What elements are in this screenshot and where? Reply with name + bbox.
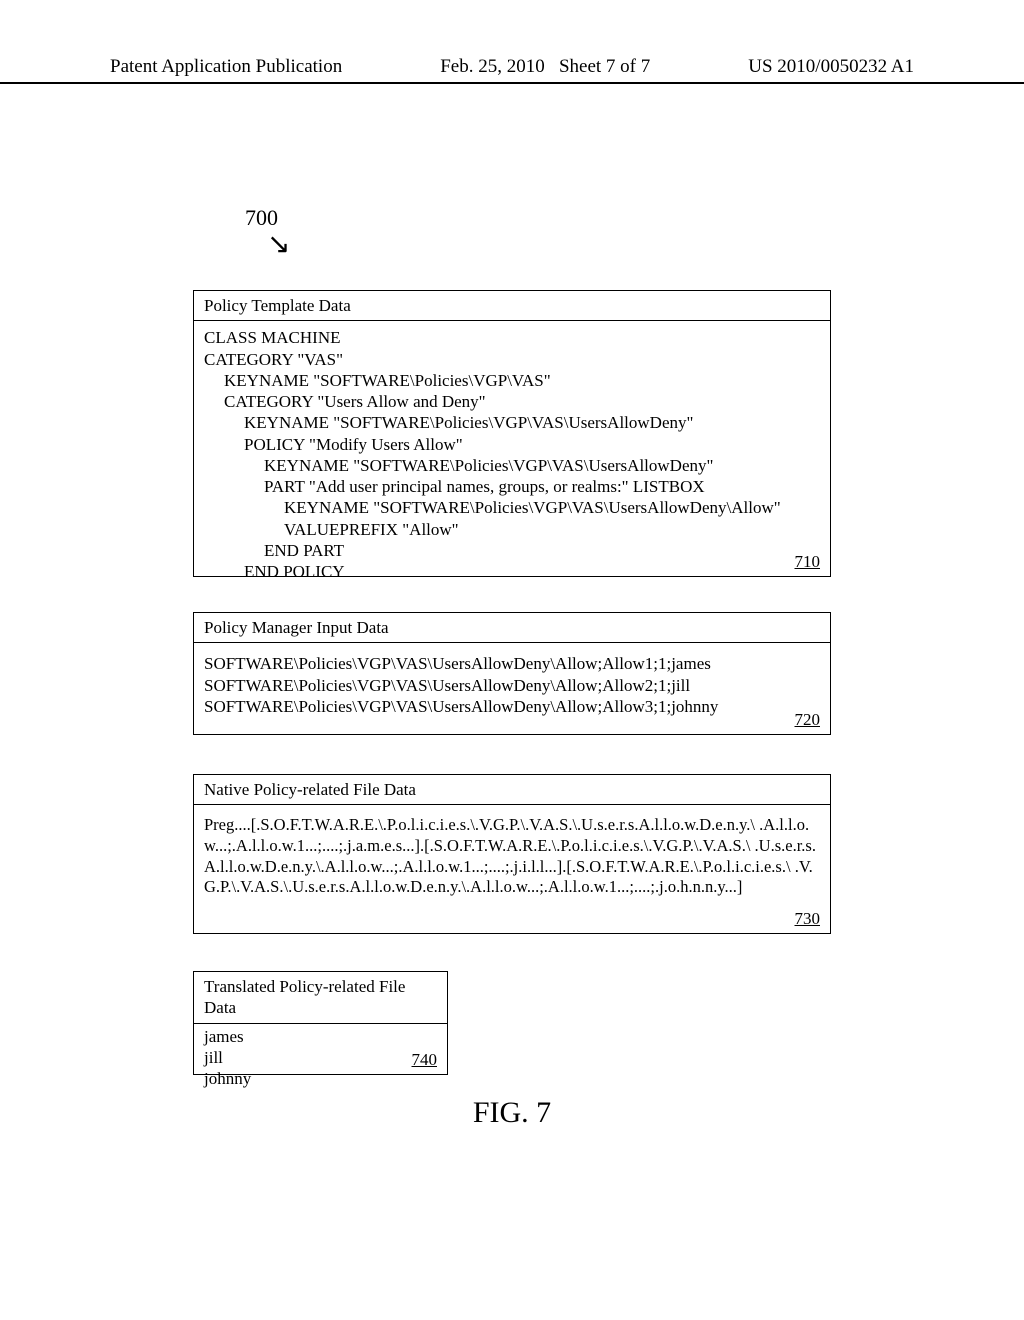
figure-label: FIG. 7 [0, 1096, 1024, 1130]
policy-template-data-box: Policy Template Data CLASS MACHINE CATEG… [193, 290, 831, 577]
b710-l8: PART "Add user principal names, groups, … [204, 476, 820, 497]
b710-l6: POLICY "Modify Users Allow" [204, 434, 820, 455]
b710-l7: KEYNAME "SOFTWARE\Policies\VGP\VAS\Users… [204, 455, 820, 476]
translated-policy-file-data-box: Translated Policy-related File Data jame… [193, 971, 448, 1075]
box720-title: Policy Manager Input Data [194, 613, 830, 643]
ref-730: 730 [795, 908, 821, 929]
box720-body: SOFTWARE\Policies\VGP\VAS\UsersAllowDeny… [204, 653, 820, 717]
box740-body: james jill johnny [204, 1026, 437, 1090]
header-right: US 2010/0050232 A1 [748, 56, 914, 78]
policy-manager-input-data-box: Policy Manager Input Data SOFTWARE\Polic… [193, 612, 831, 735]
b710-l9: KEYNAME "SOFTWARE\Policies\VGP\VAS\Users… [204, 497, 820, 518]
header-center: Feb. 25, 2010 Sheet 7 of 7 [440, 56, 650, 78]
b720-l3: SOFTWARE\Policies\VGP\VAS\UsersAllowDeny… [204, 697, 718, 716]
b710-l4: CATEGORY "Users Allow and Deny" [204, 391, 820, 412]
reference-700: 700 ↘ [245, 205, 278, 231]
b720-l2: SOFTWARE\Policies\VGP\VAS\UsersAllowDeny… [204, 676, 690, 695]
b710-l1: CLASS MACHINE [204, 328, 341, 347]
ref-710: 710 [795, 551, 821, 572]
b710-l5: KEYNAME "SOFTWARE\Policies\VGP\VAS\Users… [204, 412, 820, 433]
box710-title: Policy Template Data [194, 291, 830, 321]
b710-l12: END POLICY [204, 561, 820, 582]
b710-l11: END PART [204, 540, 820, 561]
b740-l3: johnny [204, 1069, 251, 1088]
box740-title: Translated Policy-related File Data [194, 972, 447, 1024]
arrow-down-right-icon: ↘ [267, 227, 290, 261]
native-policy-file-data-box: Native Policy-related File Data Preg....… [193, 774, 831, 934]
box730-body: Preg....[.S.O.F.T.W.A.R.E.\.P.o.l.i.c.i.… [204, 815, 820, 898]
b710-l3: KEYNAME "SOFTWARE\Policies\VGP\VAS" [204, 370, 820, 391]
b740-l2: jill [204, 1048, 223, 1067]
b740-l1: james [204, 1027, 244, 1046]
b710-l10: VALUEPREFIX "Allow" [204, 519, 820, 540]
b710-l2: CATEGORY "VAS" [204, 350, 343, 369]
box730-title: Native Policy-related File Data [194, 775, 830, 805]
b720-l1: SOFTWARE\Policies\VGP\VAS\UsersAllowDeny… [204, 654, 711, 673]
page-header: Patent Application Publication Feb. 25, … [0, 56, 1024, 84]
ref-720: 720 [795, 709, 821, 730]
ref-740: 740 [412, 1049, 438, 1070]
box710-body: CLASS MACHINE CATEGORY "VAS" KEYNAME "SO… [204, 327, 820, 582]
header-left: Patent Application Publication [110, 56, 342, 78]
